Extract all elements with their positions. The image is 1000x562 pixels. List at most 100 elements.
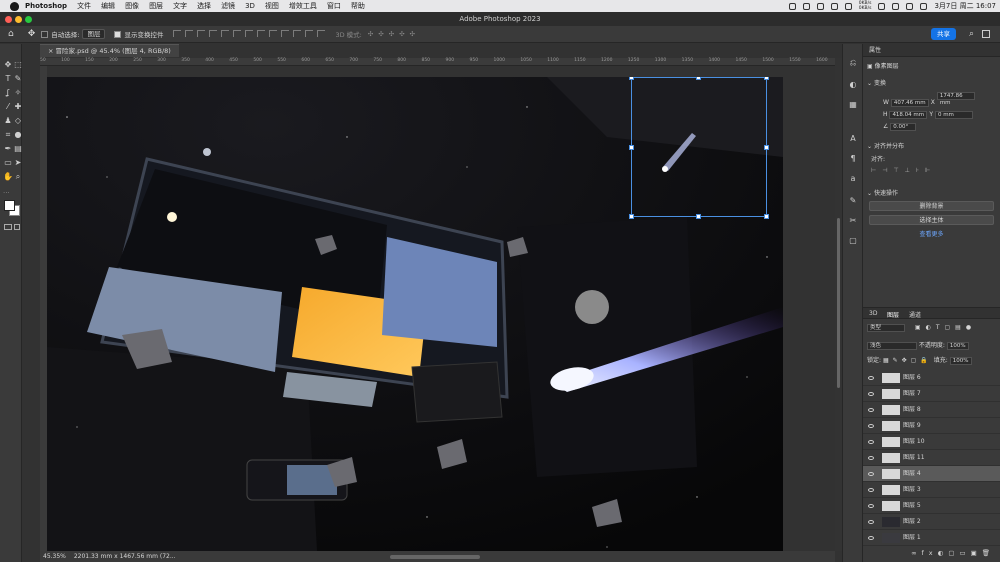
share-button[interactable]: 共享 <box>931 28 956 40</box>
lock-icons[interactable]: ▦✎✥▢🔒 <box>883 357 932 364</box>
distribute-icon[interactable] <box>245 29 254 37</box>
menu-photoshop[interactable]: Photoshop <box>25 2 67 10</box>
3d-tools-icons[interactable]: ✣✣✣✣✣ <box>368 30 420 38</box>
menu-image[interactable]: 图像 <box>125 1 139 11</box>
horizontal-scrollbar[interactable] <box>390 555 480 559</box>
visibility-icon[interactable] <box>868 472 874 476</box>
dodge-tool-icon[interactable]: ● <box>13 130 23 140</box>
transform-bounding-box[interactable] <box>629 77 769 219</box>
visibility-icon[interactable] <box>868 408 874 412</box>
align-hcenter-icon[interactable] <box>185 29 194 37</box>
brush-settings-icon[interactable]: ✎ <box>848 196 858 206</box>
visibility-icon[interactable] <box>868 536 874 540</box>
visibility-icon[interactable] <box>868 456 874 460</box>
height-field[interactable]: 418.04 mm <box>889 111 928 119</box>
chevron-down-icon[interactable]: ⌄ <box>867 143 874 150</box>
angle-field[interactable]: 0.00° <box>890 123 917 131</box>
close-window-button[interactable] <box>5 16 12 23</box>
marquee-tool-icon[interactable]: ⬚ <box>13 60 23 70</box>
wechat-icon[interactable] <box>878 2 886 10</box>
control-center-icon[interactable] <box>920 2 928 10</box>
vertical-scroll-thumb[interactable] <box>837 218 840 388</box>
menu-3d[interactable]: 3D <box>245 2 255 10</box>
visibility-icon[interactable] <box>868 520 874 524</box>
transform-handle[interactable] <box>764 77 769 80</box>
layer-row-selected[interactable]: 图层 4 <box>863 466 1000 482</box>
play-icon[interactable] <box>816 2 824 10</box>
heart-icon[interactable] <box>830 2 838 10</box>
libraries-icon[interactable]: ▦ <box>848 100 858 110</box>
view-more-link[interactable]: 查看更多 <box>863 229 1000 238</box>
hand-tool-icon[interactable]: ✋ <box>3 172 13 182</box>
visibility-icon[interactable] <box>868 376 874 380</box>
menu-file[interactable]: 文件 <box>77 1 91 11</box>
type-tool-icon[interactable]: T <box>3 74 13 84</box>
layer-row[interactable]: 图层 7 <box>863 386 1000 402</box>
lasso-tool-icon[interactable]: ʆ <box>3 88 13 98</box>
foreground-color-swatch[interactable] <box>4 200 15 211</box>
distribute-3-icon[interactable] <box>269 29 278 37</box>
menu-help[interactable]: 帮助 <box>351 1 365 11</box>
document-size[interactable]: 2201.33 mm x 1467.56 mm (72... <box>74 553 176 560</box>
eyedropper-tool-icon[interactable]: ⁄ <box>3 102 13 112</box>
move-tool-icon[interactable]: ✥ <box>3 60 13 70</box>
remove-background-button[interactable]: 删除背景 <box>869 201 994 211</box>
layer-row[interactable]: 图层 10 <box>863 434 1000 450</box>
layer-row[interactable]: 图层 1 <box>863 530 1000 546</box>
menu-type[interactable]: 文字 <box>173 1 187 11</box>
properties-title[interactable]: 属性 <box>869 47 881 54</box>
show-transform-checkbox[interactable] <box>114 30 122 38</box>
quick-mask-icon[interactable] <box>4 224 12 230</box>
transform-handle[interactable] <box>629 214 634 219</box>
filter-icons[interactable]: ▣◐T▢▤● <box>915 324 976 331</box>
align-left-icon[interactable] <box>173 29 182 37</box>
transform-handle[interactable] <box>764 145 769 150</box>
visibility-icon[interactable] <box>868 440 874 444</box>
headphones-icon[interactable] <box>892 2 900 10</box>
layer-row[interactable]: 图层 6 <box>863 370 1000 386</box>
transform-handle[interactable] <box>696 214 701 219</box>
glyphs-icon[interactable]: a <box>848 174 858 184</box>
menu-window[interactable]: 窗口 <box>327 1 341 11</box>
pen-tool-icon[interactable]: ✒ <box>3 144 13 154</box>
layer-row[interactable]: 图层 8 <box>863 402 1000 418</box>
more-tools-icon[interactable]: ··· <box>3 189 10 197</box>
distribute-4-icon[interactable] <box>281 29 290 37</box>
screen-mode-icon[interactable] <box>14 224 20 230</box>
menu-edit[interactable]: 编辑 <box>101 1 115 11</box>
move-tool-icon[interactable]: ✥ <box>28 29 36 39</box>
layers-footer[interactable]: ∞fx◐▢▭▣🗑 <box>863 549 1000 561</box>
tab-3d[interactable]: 3D <box>869 310 877 317</box>
menu-select[interactable]: 选择 <box>197 1 211 11</box>
brush-tool-icon[interactable]: ✎ <box>13 74 23 84</box>
layer-row[interactable]: 图层 2 <box>863 514 1000 530</box>
chevron-down-icon[interactable]: ⌄ <box>867 190 874 197</box>
layer-row[interactable]: 图层 11 <box>863 450 1000 466</box>
document-tab[interactable]: × 冒险家.psd @ 45.4% (图层 4, RGB/8) <box>40 44 179 57</box>
menu-filter[interactable]: 滤镜 <box>221 1 235 11</box>
transform-handle[interactable] <box>629 145 634 150</box>
align-bottom-icon[interactable] <box>233 29 242 37</box>
rectangle-tool-icon[interactable]: ▭ <box>3 158 13 168</box>
character-icon[interactable]: A <box>848 134 858 144</box>
adjustments-icon[interactable]: ◐ <box>848 80 858 90</box>
zoom-window-button[interactable] <box>25 16 32 23</box>
layer-row[interactable]: 图层 5 <box>863 498 1000 514</box>
tab-channels[interactable]: 通道 <box>909 310 921 319</box>
menu-layer[interactable]: 图层 <box>149 1 163 11</box>
download-icon[interactable] <box>844 2 852 10</box>
align-section[interactable]: ⌄ 对齐并分布 <box>863 141 1000 150</box>
quick-select-tool-icon[interactable]: ✧ <box>13 88 23 98</box>
close-tab-icon[interactable]: × <box>48 47 56 55</box>
canvas[interactable] <box>47 77 783 551</box>
wifi-icon[interactable] <box>906 2 914 10</box>
quick-actions-section[interactable]: ⌄ 快速操作 <box>863 188 1000 197</box>
more-align-icon[interactable] <box>317 29 326 37</box>
auto-select-dropdown[interactable]: 图层 <box>82 29 106 39</box>
distribute-5-icon[interactable] <box>293 29 302 37</box>
tool-presets-icon[interactable]: ✂ <box>848 216 858 226</box>
x-field[interactable]: 1747.86 mm <box>936 92 975 106</box>
fill-field[interactable]: 100% <box>949 357 972 365</box>
path-select-tool-icon[interactable]: ➤ <box>13 158 23 168</box>
minimize-window-button[interactable] <box>15 16 22 23</box>
